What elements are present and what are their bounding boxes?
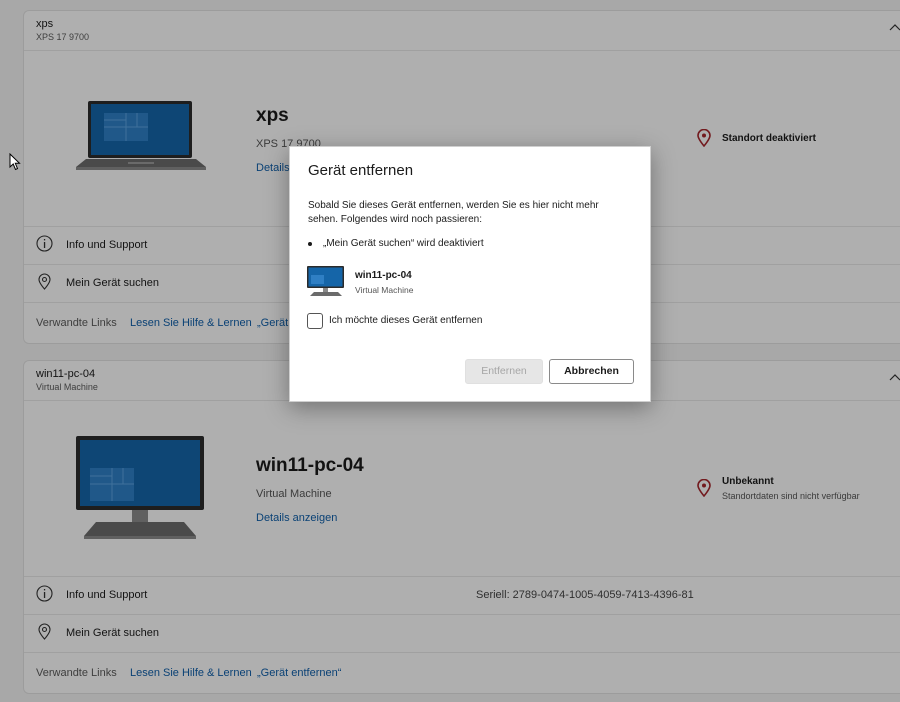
- confirm-remove-label[interactable]: Ich möchte dieses Gerät entfernen: [329, 315, 482, 326]
- mouse-cursor-icon: [9, 153, 21, 171]
- cancel-button[interactable]: Abbrechen: [549, 359, 634, 384]
- desktop-monitor-icon: [307, 266, 344, 296]
- dialog-message: Sobald Sie dieses Gerät entfernen, werde…: [308, 200, 599, 225]
- dialog-device-type: Virtual Machine: [355, 285, 414, 295]
- dialog-consequence-text: „Mein Gerät suchen“ wird deaktiviert: [323, 238, 484, 249]
- dialog-device-name: win11-pc-04: [355, 270, 412, 281]
- bullet-icon: [308, 242, 312, 246]
- remove-device-dialog: Gerät entfernen Sobald Sie dieses Gerät …: [289, 146, 651, 402]
- confirm-remove-checkbox[interactable]: [307, 313, 323, 329]
- dialog-title: Gerät entfernen: [308, 162, 414, 179]
- remove-button[interactable]: Entfernen: [465, 359, 543, 384]
- device-settings-page: xps XPS 17 9700 xps XPS 17 9700 Details …: [0, 0, 900, 702]
